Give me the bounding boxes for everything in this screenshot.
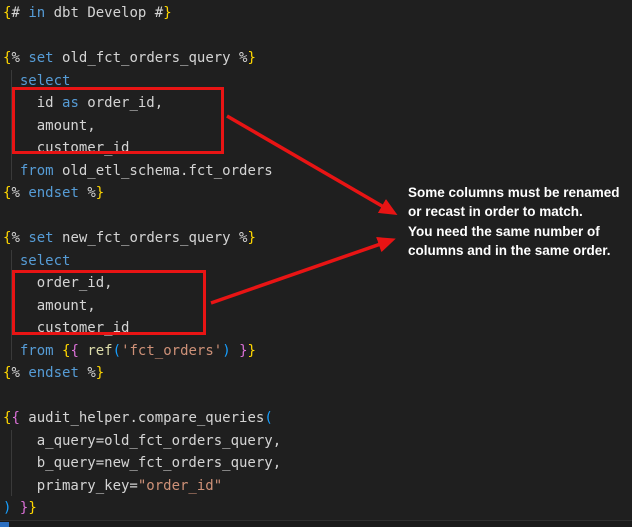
- code-line: primary_key="order_id": [3, 475, 281, 498]
- highlight-box-new-columns: [12, 270, 206, 335]
- code-token: #: [11, 5, 19, 21]
- code-line: [3, 25, 281, 48]
- code-token: b_query=new_fct_orders_query,: [3, 455, 281, 471]
- code-token: set: [28, 50, 53, 66]
- code-token: from: [20, 163, 54, 179]
- code-editor-text[interactable]: {# in dbt Develop #} {% set old_fct_orde…: [3, 2, 281, 520]
- code-token: }: [239, 343, 247, 359]
- code-line: b_query=new_fct_orders_query,: [3, 452, 281, 475]
- code-token: old_etl_schema.fct_orders: [54, 163, 273, 179]
- code-token: {: [70, 343, 78, 359]
- code-token: old_fct_orders_query: [54, 50, 239, 66]
- code-line: [3, 385, 281, 408]
- highlight-box-old-columns: [12, 87, 224, 154]
- annotation-paragraph-2: You need the same number of columns and …: [408, 222, 622, 261]
- code-token: ): [222, 343, 230, 359]
- code-token: }: [248, 343, 256, 359]
- code-token: %: [11, 185, 19, 201]
- code-token: }: [163, 5, 171, 21]
- code-token: %: [11, 365, 19, 381]
- code-line: {% endset %}: [3, 182, 281, 205]
- code-token: set: [28, 230, 53, 246]
- code-token: select: [20, 253, 71, 269]
- code-line: {% set old_fct_orders_query %}: [3, 47, 281, 70]
- code-token: endset: [28, 185, 79, 201]
- code-token: }: [28, 500, 36, 516]
- code-token: }: [247, 50, 255, 66]
- code-token: (: [113, 343, 121, 359]
- code-token: %: [11, 230, 19, 246]
- code-token: primary_key=: [3, 478, 138, 494]
- code-line: ) }}: [3, 497, 281, 520]
- editor-viewport: {# in dbt Develop #} {% set old_fct_orde…: [0, 0, 632, 527]
- code-token: [3, 163, 20, 179]
- code-token: {: [11, 410, 19, 426]
- code-token: %: [87, 365, 95, 381]
- code-token: audit_helper.compare_queries: [20, 410, 264, 426]
- code-token: [3, 343, 20, 359]
- code-token: (: [264, 410, 272, 426]
- code-line: a_query=old_fct_orders_query,: [3, 430, 281, 453]
- code-line: from old_etl_schema.fct_orders: [3, 160, 281, 183]
- code-token: }: [96, 365, 104, 381]
- code-token: [3, 253, 20, 269]
- code-token: %: [87, 185, 95, 201]
- code-token: in: [28, 5, 45, 21]
- code-token: %: [11, 50, 19, 66]
- code-line: from {{ ref('fct_orders') }}: [3, 340, 281, 363]
- horizontal-scrollbar-track[interactable]: [0, 520, 632, 527]
- code-token: [231, 343, 239, 359]
- code-line: {% set new_fct_orders_query %}: [3, 227, 281, 250]
- code-token: 'fct_orders': [121, 343, 222, 359]
- code-token: "order_id": [138, 478, 222, 494]
- code-token: from: [20, 343, 54, 359]
- code-line: {# in dbt Develop #}: [3, 2, 281, 25]
- code-token: a_query=old_fct_orders_query,: [3, 433, 281, 449]
- code-line: {{ audit_helper.compare_queries(: [3, 407, 281, 430]
- code-token: dbt Develop: [45, 5, 155, 21]
- annotation-note: Some columns must be renamed or recast i…: [408, 183, 622, 260]
- code-line: select: [3, 250, 281, 273]
- code-token: endset: [28, 365, 79, 381]
- code-line: [3, 205, 281, 228]
- code-line: {% endset %}: [3, 362, 281, 385]
- annotation-paragraph-1: Some columns must be renamed or recast i…: [408, 183, 622, 222]
- code-token: new_fct_orders_query: [54, 230, 239, 246]
- code-token: #: [155, 5, 163, 21]
- code-token: [11, 500, 19, 516]
- code-token: [54, 343, 62, 359]
- scrollbar-fragment[interactable]: [0, 522, 9, 527]
- code-token: }: [96, 185, 104, 201]
- code-token: ref: [87, 343, 112, 359]
- code-token: }: [247, 230, 255, 246]
